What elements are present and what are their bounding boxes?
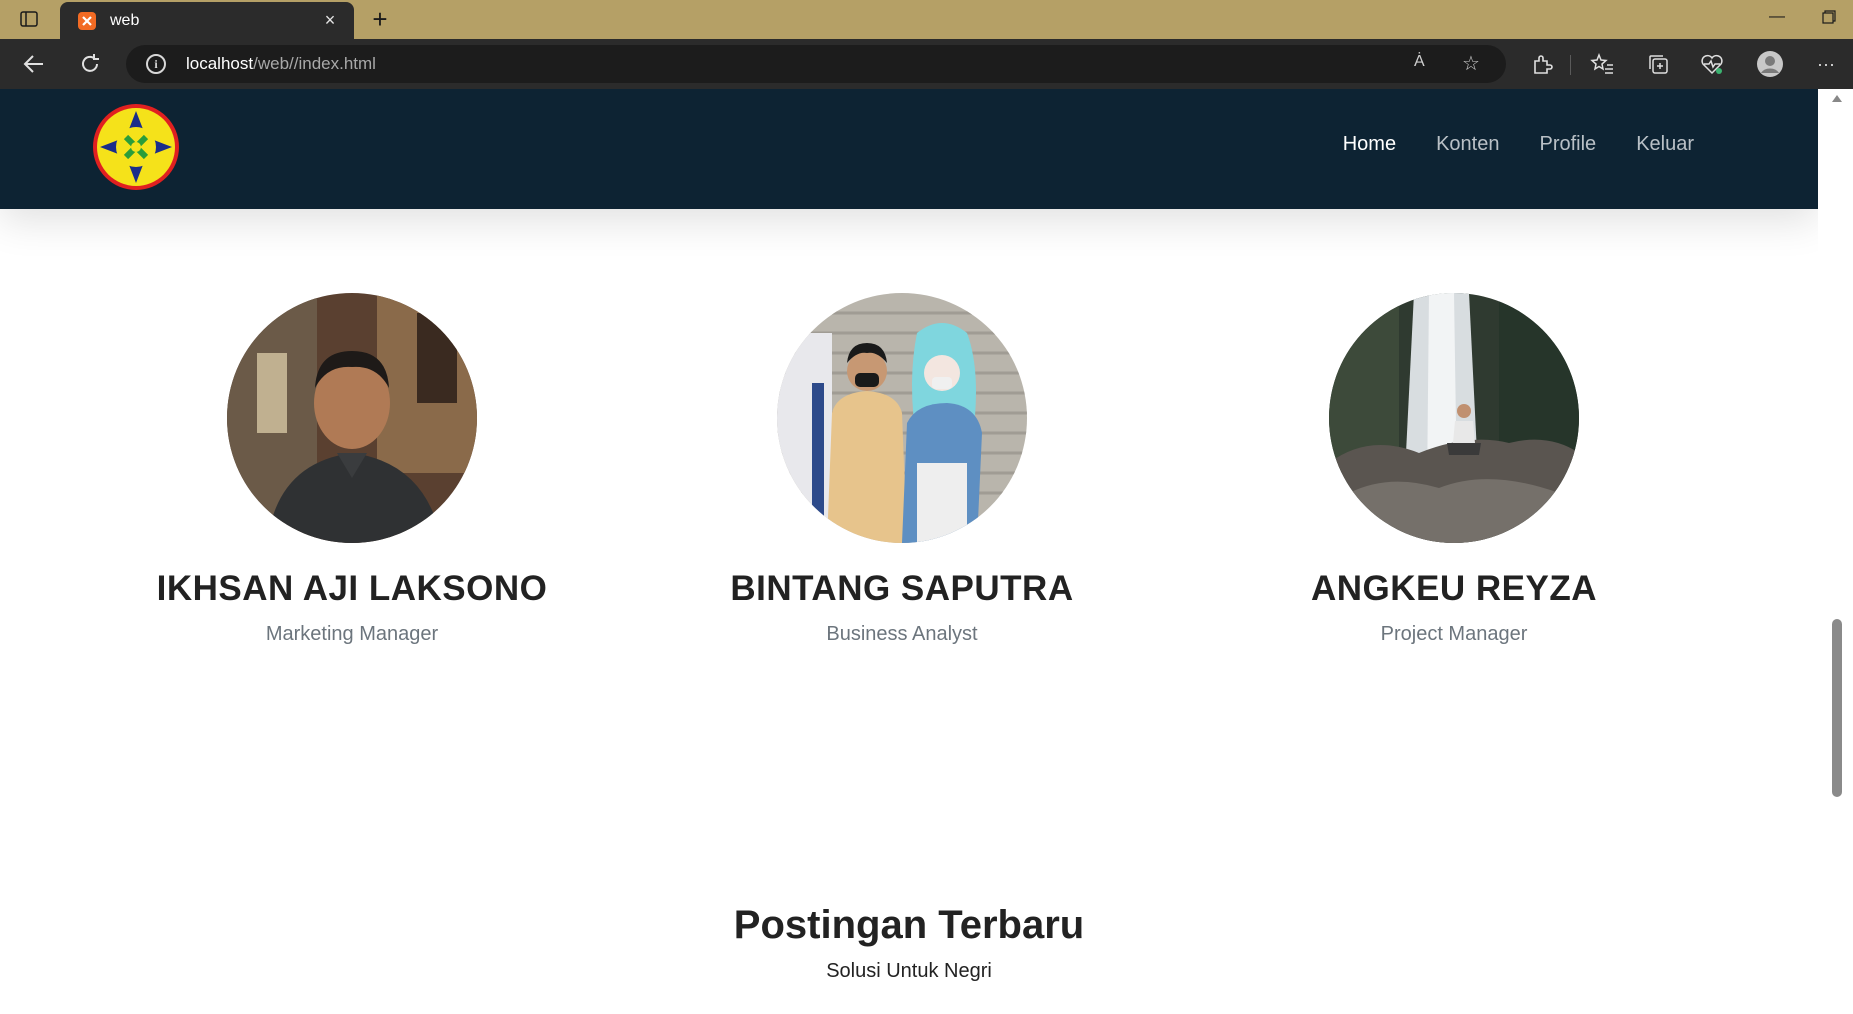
member-role: Business Analyst xyxy=(826,623,978,645)
main-nav: Home Konten Profile Keluar xyxy=(1343,133,1694,156)
address-bar[interactable]: i localhost/web//index.html Ȧ ☆ xyxy=(126,45,1506,83)
address-url[interactable]: localhost/web//index.html xyxy=(186,54,376,74)
nav-item-keluar[interactable]: Keluar xyxy=(1636,133,1694,156)
latest-posts-section: Postingan Terbaru Solusi Untuk Negri xyxy=(0,903,1818,983)
site-navbar: Home Konten Profile Keluar xyxy=(0,89,1818,209)
member-role: Marketing Manager xyxy=(265,623,439,645)
nav-item-konten[interactable]: Konten xyxy=(1436,133,1499,156)
member-photo xyxy=(777,293,1027,543)
restore-window-button[interactable] xyxy=(1822,10,1838,26)
team-member-card: IKHSAN AJI LAKSONO Marketing Manager xyxy=(142,293,562,646)
browser-essentials-icon[interactable] xyxy=(1698,50,1726,78)
nav-item-home[interactable]: Home xyxy=(1343,133,1396,156)
browser-toolbar: i localhost/web//index.html Ȧ ☆ ··· xyxy=(0,39,1853,89)
read-aloud-icon[interactable]: Ȧ xyxy=(1414,53,1425,71)
add-favorite-icon[interactable]: ☆ xyxy=(1462,51,1480,76)
tab-actions-icon[interactable] xyxy=(16,8,42,30)
minimize-window-button[interactable]: — xyxy=(1766,8,1788,30)
team-member-card: BINTANG SAPUTRA Business Analyst xyxy=(692,293,1112,646)
refresh-icon[interactable] xyxy=(76,50,104,78)
member-photo xyxy=(227,293,477,543)
xampp-favicon-icon xyxy=(78,11,96,30)
member-name: IKHSAN AJI LAKSONO xyxy=(156,569,548,608)
toolbar-divider xyxy=(1570,55,1571,75)
back-arrow-icon[interactable] xyxy=(20,50,48,78)
browser-tab-active[interactable]: web × xyxy=(60,2,354,39)
extensions-icon[interactable] xyxy=(1528,50,1556,78)
new-tab-button[interactable]: + xyxy=(366,6,394,34)
more-options-icon[interactable]: ··· xyxy=(1812,50,1840,78)
scrollbar-thumb[interactable] xyxy=(1832,619,1842,797)
collections-icon[interactable] xyxy=(1644,50,1672,78)
section-subtitle: Solusi Untuk Negri xyxy=(826,960,992,982)
member-name: ANGKEU REYZA xyxy=(1310,569,1598,608)
team-member-card: ANGKEU REYZA Project Manager xyxy=(1244,293,1664,646)
favorites-icon[interactable] xyxy=(1588,50,1616,78)
page-viewport: Home Konten Profile Keluar IKHSAN AJI LA… xyxy=(0,89,1818,1014)
page-scrollbar[interactable] xyxy=(1818,89,1853,1014)
member-name: BINTANG SAPUTRA xyxy=(730,569,1074,608)
tab-title: web xyxy=(110,11,140,29)
site-logo[interactable] xyxy=(92,103,180,191)
profile-avatar-icon[interactable] xyxy=(1756,50,1784,78)
scroll-up-arrow-icon[interactable] xyxy=(1832,95,1842,102)
member-photo xyxy=(1329,293,1579,543)
section-title: Postingan Terbaru xyxy=(733,903,1085,947)
site-info-icon[interactable]: i xyxy=(146,54,166,74)
nav-item-profile[interactable]: Profile xyxy=(1539,133,1596,156)
browser-tab-strip: web × + — xyxy=(0,0,1853,39)
close-tab-icon[interactable]: × xyxy=(318,10,342,31)
member-role: Project Manager xyxy=(1380,623,1528,645)
